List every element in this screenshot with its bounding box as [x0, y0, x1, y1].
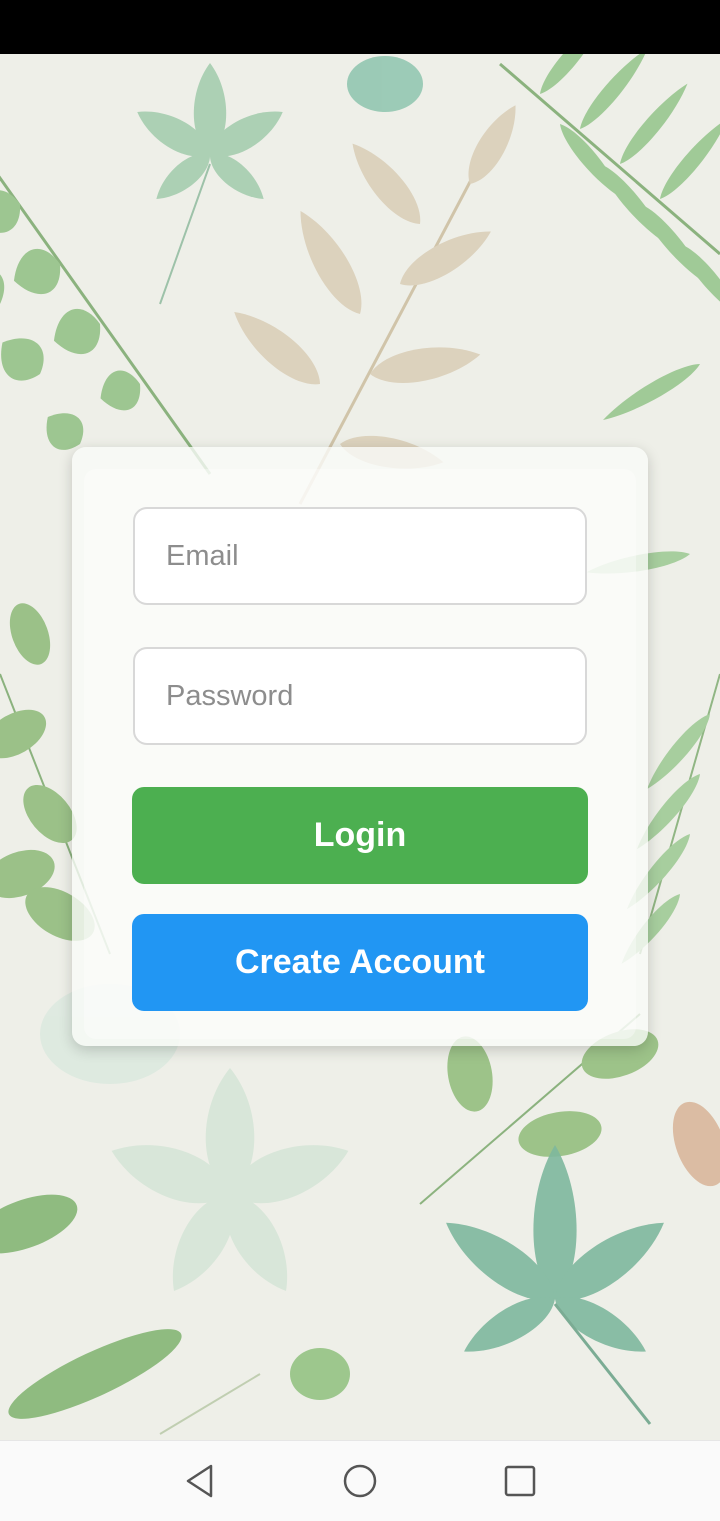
maple-bottom-right [434, 1145, 676, 1425]
fern-top-left [0, 175, 212, 475]
home-circle-icon[interactable] [330, 1457, 390, 1505]
recents-square-icon[interactable] [490, 1457, 550, 1505]
password-input[interactable] [133, 647, 587, 745]
navigation-bar [0, 1440, 720, 1521]
beige-branch [223, 98, 528, 505]
email-input[interactable] [133, 507, 587, 605]
fern-top-right [499, 54, 720, 428]
status-bar [0, 0, 720, 54]
create-account-button-label: Create Account [234, 943, 486, 981]
create-account-button[interactable]: Create Account [132, 914, 588, 1011]
back-triangle-icon[interactable] [170, 1457, 230, 1505]
fern-bottom-left [0, 1194, 350, 1435]
login-button[interactable]: Login [132, 787, 588, 884]
login-button-label: Login [313, 816, 407, 854]
